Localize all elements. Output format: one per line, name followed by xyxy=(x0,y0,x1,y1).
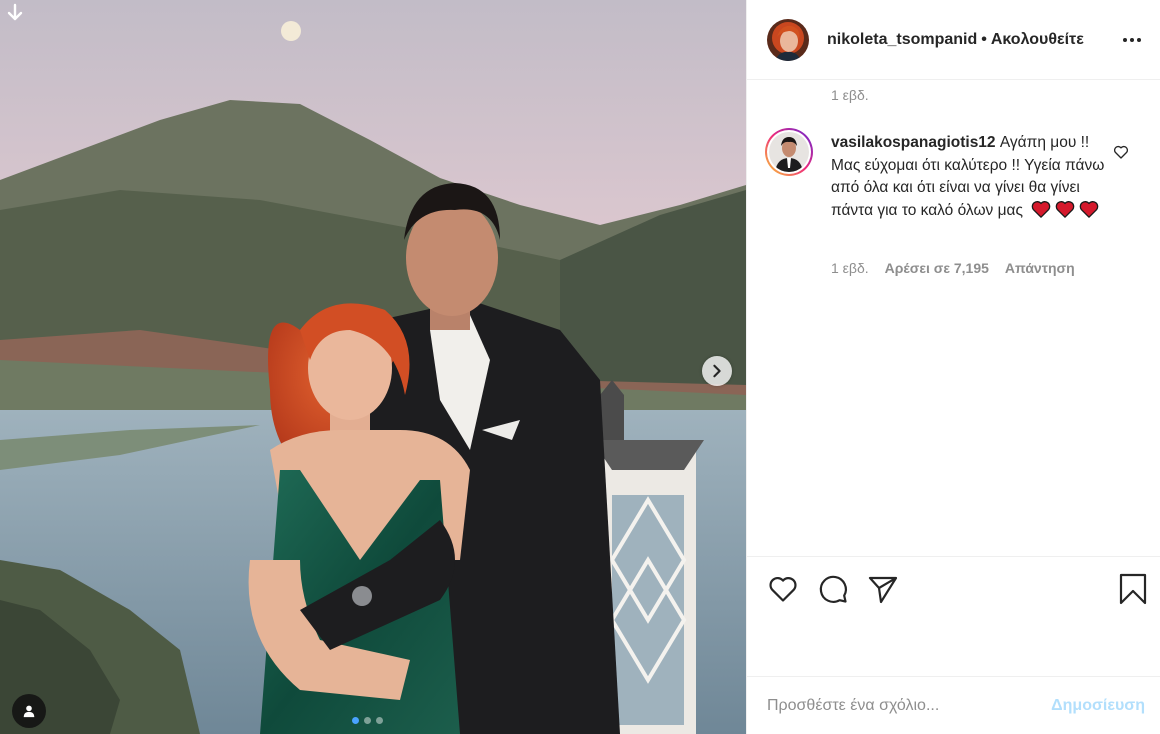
carousel-dot xyxy=(376,717,383,724)
arrow-down-icon[interactable] xyxy=(4,2,26,24)
heart-outline-icon xyxy=(769,576,797,602)
tagged-users-button[interactable] xyxy=(12,694,46,728)
save-button[interactable] xyxy=(1117,573,1149,605)
red-heart-emoji-icon xyxy=(1080,200,1099,218)
post-photo[interactable] xyxy=(0,0,746,734)
carousel-dot xyxy=(352,717,359,724)
speech-bubble-icon xyxy=(819,575,847,603)
comment-meta: 1 εβδ. Αρέσει σε 7,195 Απάντηση xyxy=(831,260,1075,276)
post-image xyxy=(0,0,746,734)
comment-like-button[interactable] xyxy=(1113,144,1129,160)
more-dots-icon[interactable] xyxy=(1120,30,1144,50)
following-button[interactable]: Ακολουθείτε xyxy=(991,31,1084,49)
commenter-username[interactable]: vasilakospanagiotis12 xyxy=(831,134,996,151)
bookmark-icon xyxy=(1119,573,1147,605)
like-button[interactable] xyxy=(767,573,799,605)
post-actions xyxy=(747,556,1160,618)
reply-button[interactable]: Απάντηση xyxy=(1005,260,1075,276)
heart-emojis xyxy=(1031,200,1099,218)
comment-button[interactable] xyxy=(817,573,849,605)
carousel-dot xyxy=(364,717,371,724)
previous-comment-time: 1 εβδ. xyxy=(831,87,869,103)
add-comment-bar: Δημοσίευση xyxy=(747,676,1160,734)
red-heart-emoji-icon xyxy=(1032,200,1051,218)
next-slide-button[interactable] xyxy=(702,356,732,386)
user-icon xyxy=(23,705,35,718)
commenter-avatar[interactable] xyxy=(765,128,813,176)
red-heart-emoji-icon xyxy=(1056,200,1075,218)
post-side-panel: nikoleta_tsompanid • Ακολουθείτε 1 εβδ. xyxy=(746,0,1160,734)
carousel-indicator xyxy=(352,717,383,724)
chevron-right-icon xyxy=(713,364,721,378)
comment-input[interactable] xyxy=(767,696,1027,715)
header-separator: • xyxy=(981,30,987,48)
owner-username[interactable]: nikoleta_tsompanid xyxy=(827,31,977,49)
post-header: nikoleta_tsompanid • Ακολουθείτε xyxy=(747,0,1160,80)
paper-plane-icon xyxy=(868,576,898,604)
owner-avatar[interactable] xyxy=(767,18,809,61)
comment-likes[interactable]: Αρέσει σε 7,195 xyxy=(885,260,989,276)
share-button[interactable] xyxy=(867,573,899,605)
heart-outline-icon xyxy=(1113,145,1129,159)
comment-body: vasilakospanagiotis12 Αγάπη μου !! Μας ε… xyxy=(831,132,1107,222)
comment-time: 1 εβδ. xyxy=(831,260,869,276)
post-comment-button[interactable]: Δημοσίευση xyxy=(1051,697,1145,715)
